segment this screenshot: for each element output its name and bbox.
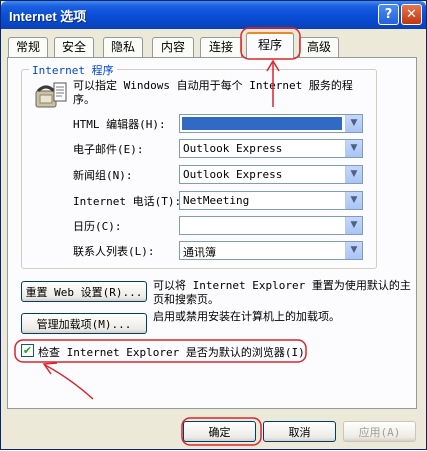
newsgroups-value: Outlook Express bbox=[183, 168, 283, 181]
tab-security[interactable]: 安全 bbox=[54, 37, 94, 57]
tab-connections[interactable]: 连接 bbox=[200, 37, 242, 57]
contacts-label: 联系人列表(L): bbox=[73, 245, 155, 258]
programs-description: 可以指定 Windows 自动用于每个 Internet 服务的程序。 bbox=[73, 79, 353, 106]
tab-advanced[interactable]: 高级 bbox=[299, 37, 339, 57]
addons-description: 启用或禁用安装在计算机上的加载项。 bbox=[153, 310, 340, 323]
help-button[interactable]: ? bbox=[378, 4, 399, 25]
default-browser-checkbox[interactable]: ✔ bbox=[21, 344, 34, 357]
reset-web-settings-button[interactable]: 重置 Web 设置(R)... bbox=[21, 281, 147, 302]
html-editor-label: HTML 编辑器(H): bbox=[73, 118, 166, 131]
internet-call-select[interactable]: NetMeeting ▼ bbox=[179, 191, 363, 210]
calendar-select[interactable]: ▼ bbox=[179, 216, 363, 235]
tab-content[interactable]: 内容 bbox=[152, 37, 194, 57]
close-button[interactable]: ✕ bbox=[401, 4, 422, 25]
internet-call-value: NetMeeting bbox=[183, 194, 250, 207]
group-title: Internet 程序 bbox=[29, 62, 117, 78]
internet-call-label: Internet 电话(T): bbox=[73, 195, 182, 208]
email-label: 电子邮件(E): bbox=[73, 143, 144, 156]
programs-phone-icon bbox=[35, 82, 67, 108]
email-select[interactable]: Outlook Express ▼ bbox=[179, 139, 363, 158]
window-title: Internet 选项 bbox=[9, 9, 87, 24]
chevron-down-icon[interactable]: ▼ bbox=[345, 140, 362, 157]
tab-general[interactable]: 常规 bbox=[8, 37, 48, 57]
apply-button[interactable]: 应用(A) bbox=[343, 421, 416, 442]
internet-options-window: Internet 选项 ? ✕ 常规 安全 隐私 内容 连接 程序 高级 Int… bbox=[0, 0, 427, 450]
chevron-down-icon[interactable]: ▼ bbox=[345, 192, 362, 209]
manage-addons-button[interactable]: 管理加载项(M)... bbox=[21, 313, 147, 334]
contacts-select[interactable]: 通讯簿 ▼ bbox=[179, 241, 363, 260]
email-value: Outlook Express bbox=[183, 142, 283, 155]
chevron-down-icon[interactable]: ▼ bbox=[345, 115, 362, 132]
cancel-button[interactable]: 取消 bbox=[263, 421, 336, 442]
chevron-down-icon[interactable]: ▼ bbox=[345, 242, 362, 259]
calendar-label: 日历(C): bbox=[73, 220, 122, 233]
default-browser-label[interactable]: 检查 Internet Explorer 是否为默认的浏览器(I) bbox=[38, 344, 305, 360]
tab-privacy[interactable]: 隐私 bbox=[103, 37, 143, 57]
chevron-down-icon[interactable]: ▼ bbox=[345, 166, 362, 183]
chevron-down-icon[interactable]: ▼ bbox=[345, 217, 362, 234]
html-editor-value bbox=[182, 117, 342, 130]
html-editor-select[interactable]: ▼ bbox=[179, 114, 363, 133]
newsgroups-label: 新闻组(N): bbox=[73, 169, 133, 182]
newsgroups-select[interactable]: Outlook Express ▼ bbox=[179, 165, 363, 184]
ok-button[interactable]: 确定 bbox=[183, 421, 256, 442]
reset-description: 可以将 Internet Explorer 重置为使用默认的主页和搜索页。 bbox=[153, 279, 411, 306]
title-bar[interactable]: Internet 选项 ? ✕ bbox=[1, 1, 426, 29]
tab-programs[interactable]: 程序 bbox=[246, 32, 294, 58]
contacts-value: 通讯簿 bbox=[183, 246, 216, 259]
